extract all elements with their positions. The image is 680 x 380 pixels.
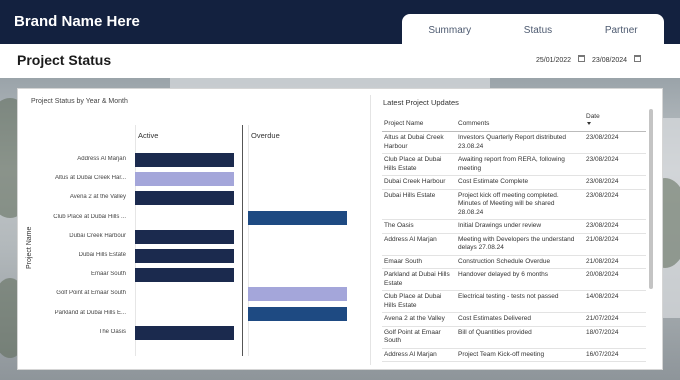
bar-active[interactable]	[135, 268, 234, 283]
category-label: The Oasis	[98, 328, 126, 335]
table-header-row: Project Name Comments Date	[382, 109, 646, 132]
category-label: Golf Point at Emaar South	[56, 290, 126, 297]
cell-project: Club Place at Dubai Hills Estate	[382, 290, 456, 313]
cell-project: Address Al Marjan	[382, 233, 456, 256]
cell-date: 16/07/2024	[584, 348, 646, 362]
cell-project: Emaar South	[382, 255, 456, 269]
cell-comment: Project Team Kick-off meeting	[456, 348, 584, 362]
cell-project: Golf Point at Emaar South	[382, 326, 456, 349]
cell-date: 14/08/2024	[584, 290, 646, 313]
table-row[interactable]: Parkland at Dubai Hills Estate Handover d…	[382, 268, 646, 291]
tab-status[interactable]: Status	[524, 23, 552, 36]
panel-divider	[242, 125, 243, 356]
cell-comment: Investors Quarterly Report distributed 2…	[456, 131, 584, 154]
category-label: Parkland at Dubai Hills E...	[54, 309, 126, 316]
table-row[interactable]: Dubai Creek Harbour Cost Estimate Complet…	[382, 175, 646, 190]
gridline	[248, 125, 249, 356]
calendar-icon[interactable]	[578, 55, 585, 62]
cell-comment: Cost Estimates Delivered	[456, 312, 584, 327]
brand-name: Brand Name Here	[14, 13, 140, 30]
cell-project: Avena 2 at the Valley	[382, 312, 456, 327]
cell-comment: Meeting with Developers the understand d…	[456, 233, 584, 256]
bar-overdue[interactable]	[248, 306, 347, 321]
panel-label-active: Active	[138, 131, 159, 140]
category-label: Altus at Dubai Creek Har...	[54, 175, 126, 182]
panel-separator	[370, 95, 371, 365]
table-row[interactable]: Dubai Hills Estate Project kick off meeti…	[382, 189, 646, 220]
cell-comment: Initial Drawings under review	[456, 219, 584, 234]
column-header-comments[interactable]: Comments	[456, 109, 584, 132]
panel-label-overdue: Overdue	[251, 131, 280, 140]
cell-date: 23/08/2024	[584, 175, 646, 190]
cell-date: 23/08/2024	[584, 189, 646, 220]
cell-project: Altus at Dubai Creek Harbour	[382, 131, 456, 154]
category-label: Address Al Marjan	[77, 156, 126, 162]
table-row[interactable]: Club Place at Dubai Hills Estate Electric…	[382, 290, 646, 313]
cell-project: Club Place at Dubai Hills Estate	[382, 153, 456, 176]
column-header-date[interactable]: Date	[584, 109, 646, 132]
cell-comment: Handover delayed by 6 months	[456, 268, 584, 291]
bar-active[interactable]	[135, 325, 234, 340]
table-row[interactable]: Golf Point at Emaar South Bill of Quantit…	[382, 326, 646, 349]
table-row[interactable]: The Oasis Initial Drawings under review 23…	[382, 219, 646, 234]
category-label: Club Place at Dubai Hills ...	[53, 213, 126, 220]
cell-date: 23/08/2024	[584, 131, 646, 154]
cell-project: The Oasis	[382, 219, 456, 234]
cell-date: 21/08/2024	[584, 255, 646, 269]
tab-summary[interactable]: Summary	[428, 23, 471, 36]
cell-project: Dubai Hills Estate	[382, 189, 456, 220]
tab-partner[interactable]: Partner	[605, 23, 638, 36]
category-label: Dubai Hills Estate	[78, 252, 126, 258]
cell-date: 20/08/2024	[584, 268, 646, 291]
table-row[interactable]: Emaar South Construction Schedule Overdue…	[382, 255, 646, 269]
table-row[interactable]: Address Al Marjan Project Team Kick-off m…	[382, 348, 646, 362]
bar-overdue[interactable]	[248, 210, 347, 225]
date-to-input[interactable]: 23/08/2024	[592, 53, 641, 67]
bar-active[interactable]	[135, 229, 234, 244]
category-label: Dubai Creek Harbour	[69, 232, 126, 239]
bar-active[interactable]	[135, 191, 234, 206]
cell-date: 23/08/2024	[584, 153, 646, 176]
cell-project: Parkland at Dubai Hills Estate	[382, 268, 456, 291]
cell-date: 21/07/2024	[584, 312, 646, 327]
calendar-icon[interactable]	[634, 55, 641, 62]
cell-comment: Bill of Quantities provided	[456, 326, 584, 349]
chart-title: Project Status by Year & Month	[31, 98, 128, 105]
cell-date: 23/08/2024	[584, 219, 646, 234]
content-panel: Project Status by Year & Month Project N…	[17, 88, 663, 370]
page-title: Project Status	[17, 52, 112, 68]
title-row: Project Status 25/01/2022 23/08/2024	[0, 44, 680, 78]
sort-desc-icon[interactable]	[587, 122, 591, 125]
table-scrollbar[interactable]	[649, 109, 653, 289]
table-row[interactable]: Club Place at Dubai Hills Estate Awaiting…	[382, 153, 646, 176]
cell-comment: Construction Schedule Overdue	[456, 255, 584, 269]
date-from-input[interactable]: 25/01/2022	[536, 53, 585, 67]
top-header: Brand Name Here Summary Status Partner	[0, 0, 680, 44]
cell-date: 18/07/2024	[584, 326, 646, 349]
table-title: Latest Project Updates	[383, 98, 459, 107]
bar-active[interactable]	[135, 249, 234, 263]
nav-tabs: Summary Status Partner	[402, 14, 664, 44]
cell-comment: Project kick off meeting completed. Minu…	[456, 189, 584, 220]
table-row[interactable]: Altus at Dubai Creek Harbour Investors Qu…	[382, 131, 646, 154]
updates-table: Project Name Comments Date Altus at Duba…	[382, 109, 646, 362]
category-label: Emaar South	[90, 271, 126, 278]
bar-active[interactable]	[135, 172, 234, 187]
cell-comment: Electrical testing - tests not passed	[456, 290, 584, 313]
cell-comment: Awaiting report from RERA, following mee…	[456, 153, 584, 176]
cell-project: Address Al Marjan	[382, 348, 456, 362]
category-label: Avena 2 at the Valley	[69, 194, 126, 201]
bar-active[interactable]	[135, 153, 234, 167]
cell-date: 21/08/2024	[584, 233, 646, 256]
column-header-project[interactable]: Project Name	[382, 109, 456, 132]
cell-project: Dubai Creek Harbour	[382, 175, 456, 190]
cell-comment: Cost Estimate Complete	[456, 175, 584, 190]
bar-overdue[interactable]	[248, 287, 347, 302]
table-row[interactable]: Address Al Marjan Meeting with Developers…	[382, 233, 646, 256]
date-to-value: 23/08/2024	[592, 56, 628, 64]
date-from-value: 25/01/2022	[536, 56, 572, 64]
table-row[interactable]: Avena 2 at the Valley Cost Estimates Deli…	[382, 312, 646, 327]
